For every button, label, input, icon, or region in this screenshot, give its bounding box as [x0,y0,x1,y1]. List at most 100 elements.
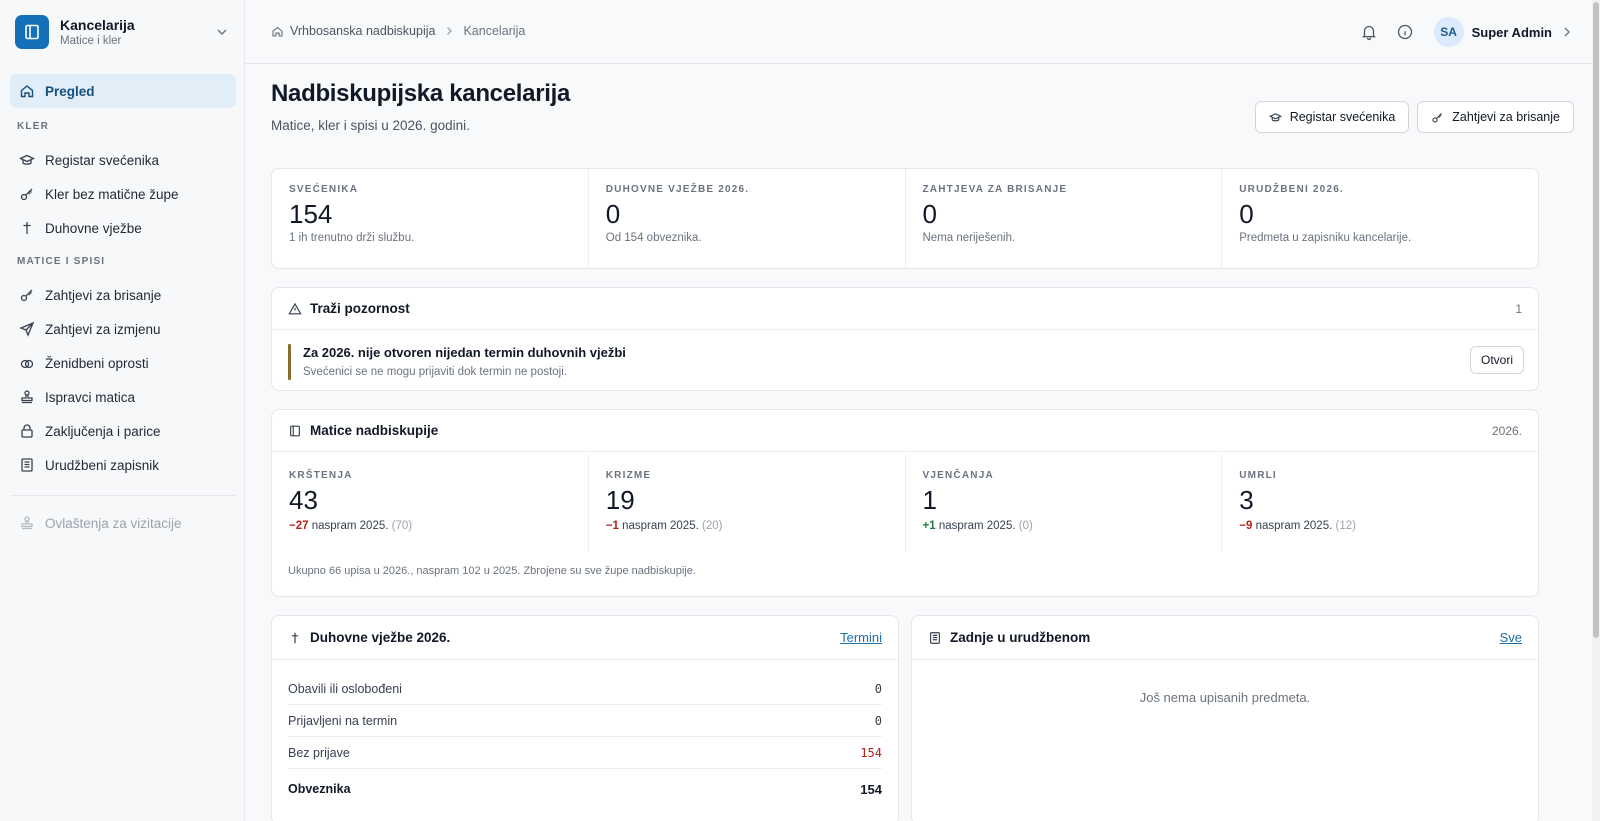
matice-krstenja: KRŠTENJA 43 −27 naspram 2025. (70) [272,455,589,552]
register-book-icon [930,631,940,644]
sidebar-item-pregled[interactable]: Pregled [10,74,236,108]
attention-count: 1 [1515,301,1522,316]
otvori-button[interactable]: Otvori [1469,346,1524,374]
breadcrumb-current: Kancelarija [463,24,526,38]
stat-label: UMRLI [1239,470,1277,481]
stat-note: Nema neriješenih. [922,232,1016,244]
previous-value: (12) [1335,520,1356,532]
stat-value: 0 [1239,199,1254,229]
table-row: Obavili ili oslobođeni 0 [288,673,882,705]
warning-icon [288,302,302,314]
empty-state: Još nema upisanih predmeta. [1139,690,1311,705]
chevron-right-icon[interactable] [1560,25,1574,39]
row-value: 154 [860,745,882,760]
sidebar-item-ispravci-matica[interactable]: Ispravci matica [10,380,236,414]
book-icon [290,425,300,436]
stat-value: 154 [289,199,333,229]
sidebar-item-urudzbeni-zapisnik[interactable]: Urudžbeni zapisnik [10,448,236,482]
graduation-cap-icon [19,154,35,165]
stat-svecenika: SVEĆENIKA 154 1 ih trenutno drži službu. [272,169,589,268]
comparison-text: naspram 2025. [1255,520,1333,532]
topbar: Vrhbosanska nadbiskupija Kancelarija SA … [245,0,1592,64]
app-title: Kancelarija [60,16,135,33]
sidebar-section-kler: KLER [17,121,50,132]
comparison: −1 naspram 2025. (20) [606,520,888,532]
card-title: Matice nadbiskupije [310,423,439,438]
stat-value: 0 [922,199,937,229]
send-icon [19,321,35,337]
table-row: Prijavljeni na termin 0 [288,705,882,737]
sve-link[interactable]: Sve [1500,630,1522,645]
sidebar-item-duhovne-vjezbe[interactable]: Duhovne vježbe [10,211,236,245]
sidebar-item-zenidbeni-oprosti[interactable]: Ženidbeni oprosti [10,346,236,380]
row-value: 0 [874,713,882,728]
sidebar-item-label: Registar svećenika [45,152,160,168]
stamp-icon [21,516,33,530]
home-icon [20,85,34,98]
sidebar-item-zahtjevi-izmjenu[interactable]: Zahtjevi za izmjenu [10,312,236,346]
app-subtitle: Matice i kler [60,34,122,47]
avatar[interactable]: SA [1433,17,1464,47]
matice-year: 2026. [1491,423,1522,438]
user-name[interactable]: Super Admin [1472,25,1552,40]
register-book-icon [21,458,33,472]
graduation-cap-icon [1268,112,1282,121]
sidebar-item-ovlastenja-vizitacije: Ovlaštenja za vizitacije [10,506,236,540]
stat-zahtjeva-brisanje: ZAHTJEVA ZA BRISANJE 0 Nema neriješenih. [906,169,1223,268]
home-icon [272,26,283,37]
zahtjevi-brisanje-button[interactable]: Zahtjevi za brisanje [1417,101,1574,133]
stat-label: ZAHTJEVA ZA BRISANJE [922,184,1068,195]
scrollbar[interactable] [1592,0,1600,821]
delta: −1 [605,520,619,532]
card-title: Traži pozornost [310,301,410,316]
bell-icon[interactable] [1360,23,1378,41]
app-switcher[interactable]: Kancelarija Matice i kler [0,0,245,64]
sidebar-item-label: Pregled [45,83,95,99]
scrollbar-thumb[interactable] [1593,2,1599,638]
stats-card: SVEĆENIKA 154 1 ih trenutno drži službu.… [271,168,1539,269]
matice-umrli: UMRLI 3 −9 naspram 2025. (12) [1222,455,1538,552]
termini-link[interactable]: Termini [840,630,882,645]
chevron-down-icon [217,29,227,35]
sidebar-item-label: Urudžbeni zapisnik [45,457,160,473]
row-label: Obavili ili oslobođeni [288,681,402,696]
sidebar-item-label: Kler bez matične župe [45,186,179,202]
delta: −9 [1239,520,1253,532]
card-title: Duhovne vježbe 2026. [310,630,451,645]
breadcrumb: Vrhbosanska nadbiskupija Kancelarija [271,24,525,38]
registar-svecenika-button[interactable]: Registar svećenika [1254,101,1410,133]
comparison: −9 naspram 2025. (12) [1239,520,1521,532]
comparison-text: naspram 2025. [938,520,1016,532]
stat-note: 1 ih trenutno drži službu. [289,232,415,244]
delta: −27 [289,520,309,532]
key-icon [20,188,33,201]
comparison: −27 naspram 2025. (70) [289,520,571,532]
sidebar-item-zahtjevi-brisanje[interactable]: Zahtjevi za brisanje [10,278,236,312]
sidebar-item-label: Ispravci matica [45,389,136,405]
duhovne-vjezbe-card: Duhovne vježbe 2026. Termini Obavili ili… [271,615,899,821]
stat-label: VJENČANJA [922,470,994,481]
sidebar-item-registar-svecenika[interactable]: Registar svećenika [10,143,236,177]
sidebar-item-zakljucenja[interactable]: Zaključenja i parice [10,414,236,448]
cross-icon [291,632,299,643]
breadcrumb-link[interactable]: Vrhbosanska nadbiskupija [290,24,435,38]
row-label: Obveznika [288,782,351,796]
attention-item-title: Za 2026. nije otvoren nijedan termin duh… [303,345,626,360]
row-value: 0 [874,681,882,696]
attention-card: Traži pozornost 1 Za 2026. nije otvoren … [271,287,1539,391]
sidebar-item-kler-bez-zupe[interactable]: Kler bez matične župe [10,177,236,211]
lock-icon [21,424,33,438]
previous-value: (20) [702,520,723,532]
table-row-total: Obveznika 154 [288,770,882,808]
button-label: Zahtjevi za brisanje [1452,110,1560,124]
info-icon[interactable] [1396,23,1414,41]
rings-icon [20,359,34,369]
sidebar-section-matice: MATICE I SPISI [17,256,106,267]
stat-label: URUDŽBENI 2026. [1239,184,1344,195]
page-subtitle: Matice, kler i spisi u 2026. godini. [271,118,470,133]
row-label: Prijavljeni na termin [288,713,398,728]
previous-value: (0) [1018,520,1033,532]
matice-footnote: Ukupno 66 upisa u 2026., naspram 102 u 2… [288,565,696,577]
sidebar-divider [10,495,236,496]
stat-value: 1 [922,485,937,515]
